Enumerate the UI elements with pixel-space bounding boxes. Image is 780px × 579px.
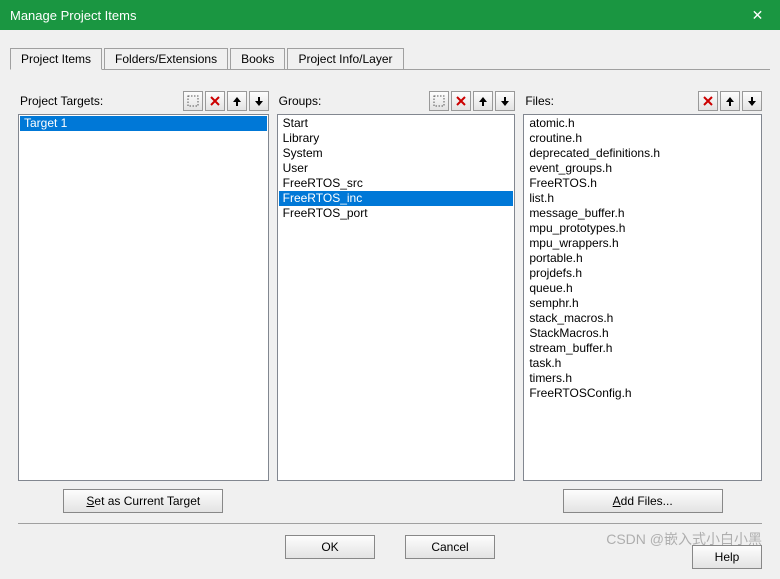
list-item[interactable]: FreeRTOS_inc xyxy=(279,191,514,206)
list-item[interactable]: FreeRTOS_src xyxy=(279,176,514,191)
panel-header-files: Files: xyxy=(523,90,762,112)
panel-title-files: Files: xyxy=(523,94,698,108)
list-item[interactable]: Start xyxy=(279,116,514,131)
tab-strip: Project Items Folders/Extensions Books P… xyxy=(10,48,770,70)
close-button[interactable]: ✕ xyxy=(735,0,780,30)
arrow-up-icon xyxy=(724,95,736,107)
delete-x-icon xyxy=(702,95,714,107)
client-area: Project Items Folders/Extensions Books P… xyxy=(0,30,780,579)
files-delete-button[interactable] xyxy=(698,91,718,111)
list-item[interactable]: Library xyxy=(279,131,514,146)
groups-listbox[interactable]: StartLibrarySystemUserFreeRTOS_srcFreeRT… xyxy=(277,114,516,481)
tab-folders-extensions[interactable]: Folders/Extensions xyxy=(104,48,228,69)
list-item[interactable]: FreeRTOS.h xyxy=(525,176,760,191)
close-icon: ✕ xyxy=(752,7,764,24)
panels-row: Project Targets: xyxy=(18,90,762,513)
list-item[interactable]: task.h xyxy=(525,356,760,371)
new-icon xyxy=(187,95,199,107)
arrow-down-icon xyxy=(746,95,758,107)
delete-x-icon xyxy=(209,95,221,107)
panel-header-targets: Project Targets: xyxy=(18,90,269,112)
groups-toolbar xyxy=(429,91,515,111)
window-title: Manage Project Items xyxy=(10,8,136,23)
add-files-button[interactable]: Add Files... xyxy=(563,489,723,513)
list-item[interactable]: mpu_prototypes.h xyxy=(525,221,760,236)
list-item[interactable]: event_groups.h xyxy=(525,161,760,176)
new-icon xyxy=(433,95,445,107)
list-item[interactable]: Target 1 xyxy=(20,116,267,131)
files-move-down-button[interactable] xyxy=(742,91,762,111)
list-item[interactable]: projdefs.h xyxy=(525,266,760,281)
panel-files: Files: atomic.hcroutine.hdeprecated_defi… xyxy=(523,90,762,513)
list-item[interactable]: list.h xyxy=(525,191,760,206)
arrow-up-icon xyxy=(231,95,243,107)
targets-new-button[interactable] xyxy=(183,91,203,111)
targets-move-up-button[interactable] xyxy=(227,91,247,111)
tab-project-items[interactable]: Project Items xyxy=(10,48,102,70)
separator xyxy=(18,523,762,525)
set-current-target-button[interactable]: Set as Current Target xyxy=(63,489,223,513)
groups-delete-button[interactable] xyxy=(451,91,471,111)
tab-project-info-layer[interactable]: Project Info/Layer xyxy=(287,48,403,69)
list-item[interactable]: StackMacros.h xyxy=(525,326,760,341)
groups-move-down-button[interactable] xyxy=(495,91,515,111)
list-item[interactable]: message_buffer.h xyxy=(525,206,760,221)
list-item[interactable]: croutine.h xyxy=(525,131,760,146)
files-listbox[interactable]: atomic.hcroutine.hdeprecated_definitions… xyxy=(523,114,762,481)
cancel-button[interactable]: Cancel xyxy=(405,535,495,559)
tab-books[interactable]: Books xyxy=(230,48,285,69)
targets-listbox[interactable]: Target 1 xyxy=(18,114,269,481)
list-item[interactable]: stack_macros.h xyxy=(525,311,760,326)
panel-title-groups: Groups: xyxy=(277,94,430,108)
titlebar: Manage Project Items ✕ xyxy=(0,0,780,30)
targets-move-down-button[interactable] xyxy=(249,91,269,111)
panel-groups: Groups: StartLibrarySystemUserFreeRTOS_s… xyxy=(277,90,516,513)
list-item[interactable]: semphr.h xyxy=(525,296,760,311)
arrow-down-icon xyxy=(499,95,511,107)
targets-toolbar xyxy=(183,91,269,111)
list-item[interactable]: User xyxy=(279,161,514,176)
targets-delete-button[interactable] xyxy=(205,91,225,111)
list-item[interactable]: mpu_wrappers.h xyxy=(525,236,760,251)
tab-content: Project Targets: xyxy=(10,70,770,571)
list-item[interactable]: timers.h xyxy=(525,371,760,386)
groups-new-button[interactable] xyxy=(429,91,449,111)
list-item[interactable]: queue.h xyxy=(525,281,760,296)
bottom-buttons-row: OK Cancel xyxy=(18,531,762,561)
list-item[interactable]: atomic.h xyxy=(525,116,760,131)
ok-button[interactable]: OK xyxy=(285,535,375,559)
panel-targets: Project Targets: xyxy=(18,90,269,513)
help-button[interactable]: Help xyxy=(692,545,762,569)
arrow-down-icon xyxy=(253,95,265,107)
groups-move-up-button[interactable] xyxy=(473,91,493,111)
list-item[interactable]: stream_buffer.h xyxy=(525,341,760,356)
panel-header-groups: Groups: xyxy=(277,90,516,112)
arrow-up-icon xyxy=(477,95,489,107)
panel-title-targets: Project Targets: xyxy=(18,94,183,108)
list-item[interactable]: portable.h xyxy=(525,251,760,266)
list-item[interactable]: System xyxy=(279,146,514,161)
list-item[interactable]: deprecated_definitions.h xyxy=(525,146,760,161)
delete-x-icon xyxy=(455,95,467,107)
files-toolbar xyxy=(698,91,762,111)
list-item[interactable]: FreeRTOSConfig.h xyxy=(525,386,760,401)
files-move-up-button[interactable] xyxy=(720,91,740,111)
list-item[interactable]: FreeRTOS_port xyxy=(279,206,514,221)
